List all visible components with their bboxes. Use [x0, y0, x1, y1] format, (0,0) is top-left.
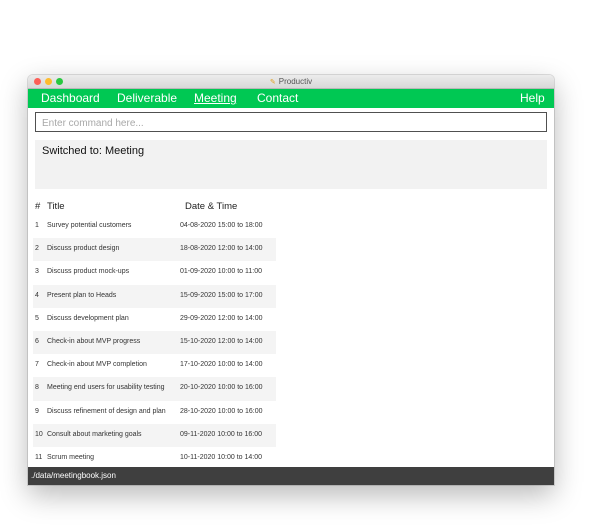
meeting-title: Discuss development plan	[47, 314, 129, 322]
meeting-index: 8	[35, 384, 39, 392]
menu-item-contact[interactable]: Contact	[257, 91, 298, 105]
list-item[interactable]: 9 Discuss refinement of design and plan …	[33, 401, 276, 424]
meeting-datetime: 28-10-2020 10:00 to 16:00	[180, 407, 263, 415]
meeting-title: Scrum meeting	[47, 453, 95, 461]
menu-item-dashboard[interactable]: Dashboard	[41, 91, 100, 105]
meeting-index: 1	[35, 222, 39, 229]
column-header-datetime: Date & Time	[185, 201, 238, 212]
list-item[interactable]: 11 Scrum meeting 10-11-2020 10:00 to 14:…	[33, 447, 276, 461]
meeting-title: Meeting end users for usability testing	[47, 384, 165, 392]
meeting-datetime: 15-10-2020 12:00 to 14:00	[180, 337, 263, 345]
window-title: Productiv	[278, 77, 313, 86]
meeting-index: 7	[35, 361, 39, 369]
status-bar: ./data/meetingbook.json	[28, 467, 554, 485]
title-bar[interactable]: ✎ Productiv	[28, 75, 554, 89]
list-item[interactable]: 8 Meeting end users for usability testin…	[33, 377, 276, 401]
window-title-container: ✎ Productiv	[28, 76, 554, 89]
result-display: Switched to: Meeting	[35, 140, 547, 189]
list-item[interactable]: 10 Consult about marketing goals 09-11-2…	[33, 423, 276, 447]
meeting-title: Discuss product design	[47, 245, 120, 253]
menu-item-deliverable[interactable]: Deliverable	[117, 91, 177, 105]
meeting-index: 4	[35, 291, 39, 299]
meeting-datetime: 10-11-2020 10:00 to 14:00	[180, 453, 262, 461]
list-item[interactable]: 6 Check-in about MVP progress 15-10-2020…	[33, 330, 276, 355]
meeting-index: 10	[35, 430, 43, 438]
meeting-datetime: 04-08-2020 15:00 to 18:00	[180, 222, 263, 229]
menu-item-meeting[interactable]: Meeting	[194, 91, 237, 105]
meeting-title: Check-in about MVP progress	[47, 337, 141, 345]
list-item[interactable]: 1 Survey potential customers 04-08-2020 …	[33, 215, 276, 238]
meeting-datetime: 15-09-2020 15:00 to 17:00	[180, 291, 263, 299]
meeting-title: Discuss product mock-ups	[47, 268, 130, 276]
meeting-datetime: 20-10-2020 10:00 to 16:00	[180, 384, 263, 392]
meeting-index: 9	[35, 407, 39, 415]
meeting-title: Survey potential customers	[47, 222, 132, 229]
list-item[interactable]: 7 Check-in about MVP completion 17-10-20…	[33, 354, 276, 377]
meeting-list[interactable]: 1 Survey potential customers 04-08-2020 …	[33, 215, 276, 461]
meeting-index: 11	[35, 453, 43, 461]
meeting-datetime: 17-10-2020 10:00 to 14:00	[180, 361, 263, 369]
meeting-index: 2	[35, 245, 39, 253]
menu-item-help[interactable]: Help	[520, 91, 545, 105]
column-header-index: #	[35, 201, 41, 212]
column-header-title: Title	[47, 201, 65, 212]
command-input[interactable]	[36, 114, 546, 133]
list-item[interactable]: 5 Discuss development plan 29-09-2020 12…	[33, 308, 276, 331]
meeting-title: Present plan to Heads	[47, 291, 117, 299]
result-message: Switched to: Meeting	[42, 145, 145, 157]
menu-bar: Dashboard Deliverable Meeting Contact He…	[28, 89, 554, 108]
meeting-title: Discuss refinement of design and plan	[47, 407, 166, 415]
meeting-datetime: 01-09-2020 10:00 to 11:00	[180, 268, 262, 276]
meeting-datetime: 29-09-2020 12:00 to 14:00	[180, 314, 263, 322]
meeting-index: 3	[35, 268, 39, 276]
list-item[interactable]: 3 Discuss product mock-ups 01-09-2020 10…	[33, 261, 276, 284]
meeting-title: Check-in about MVP completion	[47, 361, 147, 369]
app-icon: ✎	[269, 79, 276, 86]
command-box	[35, 112, 547, 133]
list-item[interactable]: 4 Present plan to Heads 15-09-2020 15:00…	[33, 284, 276, 308]
meeting-datetime: 18-08-2020 12:00 to 14:00	[180, 245, 263, 253]
meeting-index: 5	[35, 314, 39, 322]
meeting-title: Consult about marketing goals	[47, 430, 142, 438]
list-item[interactable]: 2 Discuss product design 18-08-2020 12:0…	[33, 238, 276, 262]
meeting-index: 6	[35, 337, 39, 345]
app-window: ✎ Productiv Dashboard Deliverable Meeting…	[28, 75, 554, 485]
status-file-path: ./data/meetingbook.json	[31, 471, 116, 480]
meeting-datetime: 09-11-2020 10:00 to 16:00	[180, 430, 262, 438]
